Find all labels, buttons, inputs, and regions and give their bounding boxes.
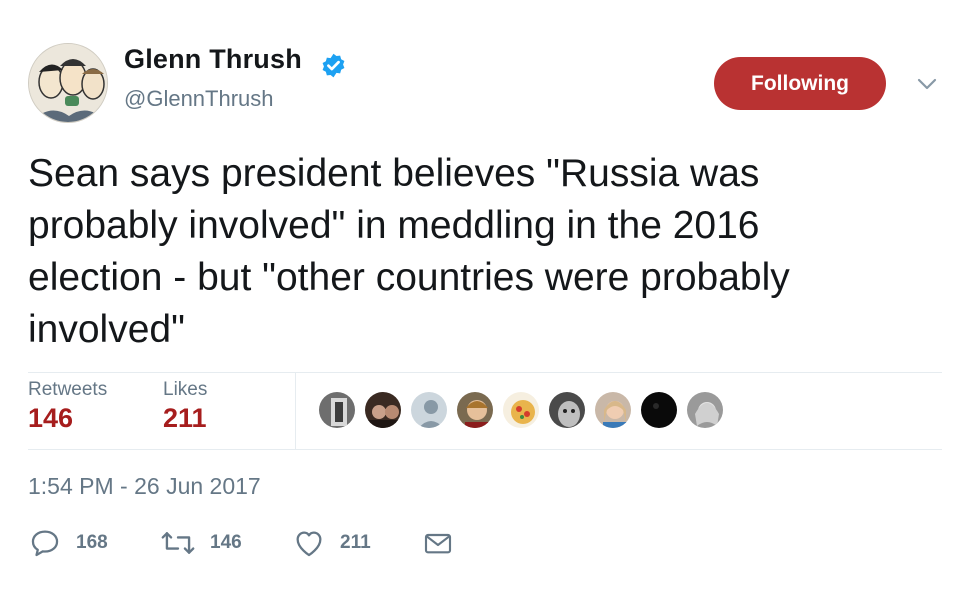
liker-avatar[interactable] xyxy=(501,390,541,430)
liker-avatar[interactable] xyxy=(547,390,587,430)
liker-avatar[interactable] xyxy=(317,390,357,430)
envelope-icon xyxy=(424,533,452,554)
like-button[interactable]: 211 xyxy=(292,525,371,561)
liker-avatar[interactable] xyxy=(639,390,679,430)
like-count: 211 xyxy=(340,532,371,553)
heart-icon xyxy=(296,531,322,557)
tweet-timestamp[interactable]: 1:54 PM - 26 Jun 2017 xyxy=(28,473,261,500)
tweet-text-line: probably involved" in meddling in the 20… xyxy=(28,204,760,247)
likes-count: 211 xyxy=(163,403,207,433)
verified-badge-icon xyxy=(322,53,345,78)
liker-avatar[interactable] xyxy=(455,390,495,430)
tweet-text: Sean says president believes "Russia was… xyxy=(28,148,948,356)
likes-label: Likes xyxy=(163,379,208,400)
tweet-text-line: Sean says president believes "Russia was xyxy=(28,152,760,195)
likes-stat[interactable]: Likes 211 xyxy=(163,379,207,434)
liker-avatar[interactable] xyxy=(409,390,449,430)
retweet-count: 146 xyxy=(210,532,242,553)
reply-icon xyxy=(31,530,59,557)
reply-button[interactable]: 168 xyxy=(28,525,108,561)
message-button[interactable] xyxy=(422,525,454,561)
tweet-text-line: election - but "other countries were pro… xyxy=(28,256,790,299)
retweets-count: 146 xyxy=(28,403,74,433)
retweet-button[interactable]: 146 xyxy=(160,525,242,561)
author-name[interactable]: Glenn Thrush xyxy=(124,44,302,75)
tweet-text-line: involved" xyxy=(28,308,185,351)
cartoon-avatar-icon xyxy=(29,44,107,122)
following-button[interactable]: Following xyxy=(714,57,886,110)
author-handle[interactable]: @GlennThrush xyxy=(124,86,274,112)
tweet-stats: Retweets 146 Likes 211 xyxy=(28,372,942,450)
retweet-icon xyxy=(161,532,195,554)
liker-avatar[interactable] xyxy=(593,390,633,430)
author-avatar[interactable] xyxy=(28,43,108,123)
liker-avatar[interactable] xyxy=(363,390,403,430)
liker-avatar[interactable] xyxy=(685,390,725,430)
retweets-label: Retweets xyxy=(28,379,108,400)
chevron-down-icon[interactable] xyxy=(916,76,938,92)
stats-divider xyxy=(295,373,296,449)
retweets-stat[interactable]: Retweets 146 xyxy=(28,379,107,434)
reply-count: 168 xyxy=(76,532,108,553)
